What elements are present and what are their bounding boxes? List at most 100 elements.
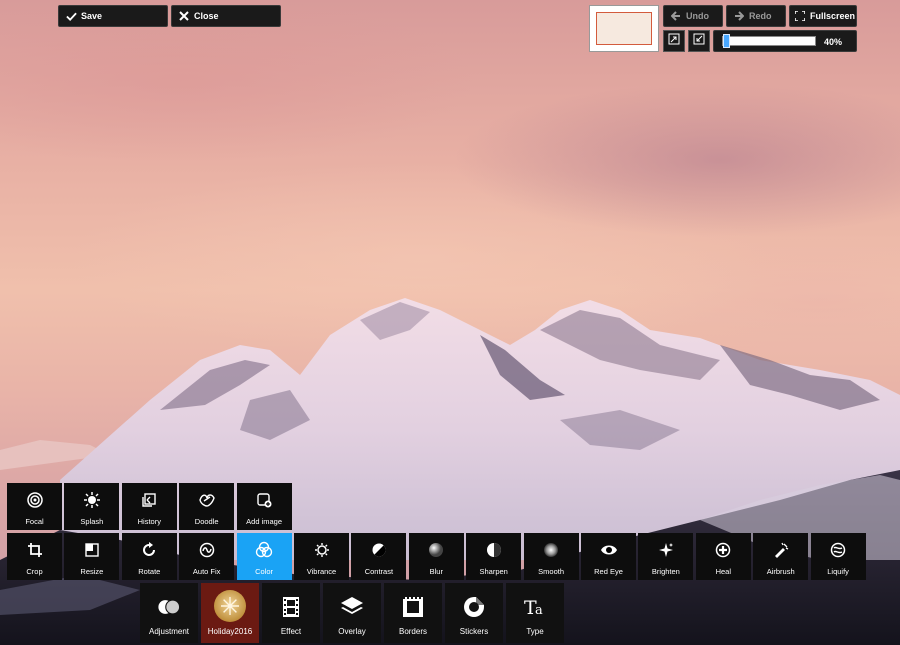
tool-label: History	[137, 517, 161, 526]
save-button[interactable]: Save	[58, 5, 168, 27]
tool-label: Resize	[80, 567, 104, 576]
category-type[interactable]: Ta Type	[506, 583, 564, 643]
category-label: Adjustment	[148, 627, 190, 636]
zoom-slider-track[interactable]	[722, 36, 816, 46]
category-holiday2016[interactable]: Holiday2016	[201, 583, 259, 643]
tool-sharpen[interactable]: Sharpen	[466, 533, 522, 580]
zoom-actual-icon	[693, 32, 705, 50]
undo-label: Undo	[686, 11, 709, 21]
tool-color[interactable]: Color	[236, 533, 292, 580]
tool-label: Sharpen	[479, 567, 508, 576]
resize-icon	[83, 541, 101, 559]
navigator-viewport[interactable]	[596, 12, 652, 45]
tool-resize[interactable]: Resize	[64, 533, 120, 580]
undo-button[interactable]: Undo	[663, 5, 723, 27]
tool-label: Blur	[429, 567, 443, 576]
blur-icon	[427, 541, 445, 559]
category-stickers[interactable]: Stickers	[445, 583, 503, 643]
tool-label: Rotate	[138, 567, 161, 576]
arrow-right-icon	[733, 10, 745, 22]
red-eye-icon	[600, 541, 618, 559]
border-icon	[401, 595, 425, 619]
arrow-left-icon	[670, 10, 682, 22]
close-button[interactable]: Close	[171, 5, 281, 27]
tool-crop[interactable]: Crop	[7, 533, 62, 580]
liquify-icon	[829, 541, 847, 559]
tool-red-eye[interactable]: Red Eye	[581, 533, 636, 580]
tool-label: Heal	[715, 567, 732, 576]
fullscreen-label: Fullscreen	[810, 11, 856, 21]
tool-contrast[interactable]: Contrast	[351, 533, 407, 580]
type-icon: Ta	[523, 595, 547, 619]
tool-label: Focal	[25, 517, 44, 526]
tool-label: Red Eye	[594, 567, 623, 576]
tool-label: Smooth	[538, 567, 565, 576]
category-label: Stickers	[459, 627, 489, 636]
redo-label: Redo	[749, 11, 772, 21]
tool-smooth[interactable]: Smooth	[523, 533, 579, 580]
sticker-icon	[462, 595, 486, 619]
tool-label: Brighten	[651, 567, 680, 576]
zoom-slider-bar: 40%	[713, 30, 857, 52]
navigator-thumbnail[interactable]	[589, 5, 659, 52]
category-overlay[interactable]: Overlay	[323, 583, 381, 643]
tool-splash[interactable]: Splash	[64, 483, 120, 530]
airbrush-icon	[772, 541, 790, 559]
category-label: Overlay	[338, 627, 366, 636]
sharpen-icon	[485, 541, 503, 559]
tool-history[interactable]: History	[121, 483, 177, 530]
zoom-slider-handle[interactable]	[722, 34, 730, 48]
auto-fix-icon	[198, 541, 216, 559]
tool-label: Color	[255, 567, 274, 576]
tool-label: Airbrush	[766, 567, 795, 576]
tool-blur[interactable]: Blur	[408, 533, 464, 580]
close-icon	[178, 10, 190, 22]
fullscreen-button[interactable]: Fullscreen	[789, 5, 857, 27]
tool-focal[interactable]: Focal	[7, 483, 62, 530]
splash-icon	[83, 491, 101, 509]
close-label: Close	[194, 11, 219, 21]
category-adjustment[interactable]: Adjustment	[140, 583, 198, 643]
category-label: Type	[526, 627, 544, 636]
zoom-percentage: 40%	[823, 37, 842, 47]
focal-icon	[26, 491, 44, 509]
contrast-icon	[370, 541, 388, 559]
history-icon	[140, 491, 158, 509]
doodle-icon	[198, 491, 216, 509]
layers-icon	[340, 595, 364, 619]
tool-auto-fix[interactable]: Auto Fix	[179, 533, 235, 580]
zoom-fit-button[interactable]	[663, 30, 685, 52]
tool-airbrush[interactable]: Airbrush	[753, 533, 809, 580]
category-borders[interactable]: Borders	[384, 583, 442, 643]
category-effect[interactable]: Effect	[262, 583, 320, 643]
smooth-icon	[542, 541, 560, 559]
adjustment-icon	[157, 595, 181, 619]
category-label: Effect	[280, 627, 302, 636]
redo-button[interactable]: Redo	[726, 5, 786, 27]
film-icon	[279, 595, 303, 619]
tool-label: Liquify	[827, 567, 849, 576]
zoom-actual-button[interactable]	[688, 30, 710, 52]
tool-add-image[interactable]: Add image	[236, 483, 292, 530]
tool-label: Contrast	[364, 567, 394, 576]
crop-icon	[26, 541, 44, 559]
tool-vibrance[interactable]: Vibrance	[294, 533, 349, 580]
svg-text:a: a	[535, 603, 543, 618]
tool-brighten[interactable]: Brighten	[638, 533, 694, 580]
color-icon	[255, 541, 273, 559]
add-image-icon	[255, 491, 273, 509]
tool-label: Splash	[80, 517, 104, 526]
tool-heal[interactable]: Heal	[695, 533, 751, 580]
tool-label: Add image	[246, 517, 283, 526]
tool-label: Vibrance	[306, 567, 337, 576]
category-label: Borders	[398, 627, 427, 636]
tool-label: Doodle	[194, 517, 219, 526]
holiday-icon	[214, 590, 246, 622]
tool-liquify[interactable]: Liquify	[810, 533, 866, 580]
fullscreen-icon	[794, 10, 806, 22]
checkmark-icon	[65, 10, 77, 22]
tool-doodle[interactable]: Doodle	[179, 483, 235, 530]
tool-label: Crop	[26, 567, 43, 576]
save-label: Save	[81, 11, 103, 21]
tool-rotate[interactable]: Rotate	[121, 533, 177, 580]
